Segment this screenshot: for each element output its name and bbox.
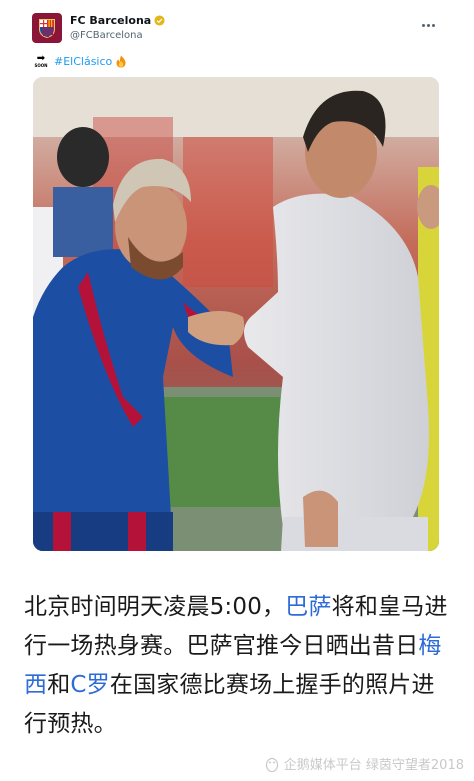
cristiano-ronaldo-link[interactable]: C罗 bbox=[70, 672, 109, 698]
hashtag-link[interactable]: #ElClásico bbox=[54, 55, 112, 68]
watermark-text: 企鹅媒体平台 绿茵守望者2018 bbox=[283, 758, 464, 773]
barca-link[interactable]: 巴萨 bbox=[285, 594, 331, 620]
fc-barcelona-crest-icon bbox=[39, 19, 55, 38]
display-name[interactable]: FC Barcelona bbox=[70, 13, 151, 28]
verified-badge-icon bbox=[154, 15, 165, 26]
soon-arrow-icon: ➡ SOON bbox=[34, 52, 48, 68]
penguin-logo-icon bbox=[265, 757, 278, 772]
watermark: 企鹅媒体平台 绿茵守望者2018 bbox=[264, 754, 464, 773]
handshake-photo-image bbox=[33, 77, 439, 551]
fire-icon bbox=[115, 55, 127, 68]
tweet-photo[interactable] bbox=[33, 77, 439, 551]
caption-text: 和 bbox=[47, 672, 71, 698]
caption-text: 北京时间明天凌晨5:00， bbox=[24, 594, 286, 620]
handle[interactable]: @FCBarcelona bbox=[70, 28, 165, 43]
avatar[interactable] bbox=[32, 13, 62, 43]
article-caption: 北京时间明天凌晨5:00，巴萨将和皇马进行一场热身赛。巴萨官推今日晒出昔日梅西和… bbox=[24, 588, 454, 744]
tweet-text: ➡ SOON #ElClásico bbox=[32, 52, 127, 70]
tweet-card[interactable]: FC Barcelona @FCBarcelona ➡ SOON #ElClás… bbox=[20, 0, 454, 570]
more-options-icon[interactable] bbox=[418, 18, 438, 32]
tweet-header: FC Barcelona @FCBarcelona bbox=[32, 10, 442, 46]
